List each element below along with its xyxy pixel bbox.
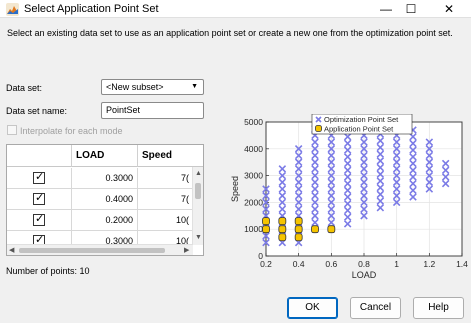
data-set-dropdown-value: <New subset> [106, 82, 164, 92]
table-row[interactable]: ✓ 0.3000 10( [7, 231, 193, 251]
y-tick-label: 3000 [244, 171, 263, 181]
maximize-button[interactable]: ☐ [394, 0, 428, 18]
scroll-right-icon[interactable]: ▶ [184, 246, 189, 255]
scroll-left-icon[interactable]: ◀ [9, 246, 14, 255]
application-point [262, 217, 270, 226]
points-table: LOAD Speed ✓ 0.3000 7( ✓ 0.4000 7( ✓ 0.2… [6, 144, 204, 256]
horizontal-scrollbar[interactable]: ◀ ▶ [7, 244, 193, 255]
table-row[interactable]: ✓ 0.2000 10( [7, 210, 193, 231]
load-cell[interactable]: 0.2000 [72, 210, 138, 230]
x-tick-label: 1.2 [423, 259, 435, 269]
ok-button[interactable]: OK [287, 297, 338, 319]
column-header-speed[interactable]: Speed [138, 145, 193, 167]
instructions-text: Select an existing data set to use as an… [7, 28, 453, 38]
application-point [294, 225, 303, 234]
y-tick-label: 4000 [244, 144, 263, 154]
legend-label-application: Application Point Set [324, 125, 394, 134]
table-row[interactable]: ✓ 0.3000 7( [7, 168, 193, 189]
window-title: Select Application Point Set [24, 3, 159, 15]
y-tick-label: 5000 [244, 117, 263, 127]
speed-cell[interactable]: 7( [138, 168, 193, 188]
check-icon: ✓ [35, 213, 45, 225]
column-header-load[interactable]: LOAD [72, 145, 138, 167]
y-tick-label: 2000 [244, 197, 263, 207]
data-set-name-input[interactable]: PointSet [101, 102, 204, 119]
row-checkbox[interactable]: ✓ [33, 171, 45, 184]
application-point [278, 217, 287, 226]
application-point [278, 233, 287, 242]
app-icon [6, 3, 19, 16]
application-point [311, 225, 319, 234]
application-point [262, 225, 270, 234]
x-tick-label: 0.8 [358, 259, 370, 269]
scroll-up-icon[interactable]: ▲ [195, 169, 202, 178]
vertical-scroll-thumb[interactable] [195, 183, 201, 199]
scroll-down-icon[interactable]: ▼ [195, 233, 202, 242]
x-tick-label: 1 [394, 259, 399, 269]
interpolate-label: Interpolate for each mode [20, 126, 123, 136]
row-checkbox[interactable]: ✓ [33, 192, 45, 205]
speed-cell[interactable]: 10( [138, 210, 193, 230]
application-point [278, 225, 287, 234]
y-tick-label: 1000 [244, 224, 263, 234]
check-icon: ✓ [35, 192, 45, 204]
number-of-points-label: Number of points: 10 [6, 266, 90, 276]
data-set-label: Data set: [6, 83, 43, 93]
x-tick-label: 0.4 [293, 259, 305, 269]
title-bar: Select Application Point Set — ☐ ✕ [0, 0, 471, 18]
table-header: LOAD Speed [7, 145, 203, 167]
scatter-chart: 0.2 0.4 0.6 0.8 1 1.2 1.4010002000300040005000… [230, 114, 468, 280]
interpolate-checkbox[interactable] [7, 125, 17, 135]
application-point [294, 233, 303, 242]
table-row[interactable]: ✓ 0.4000 7( [7, 189, 193, 210]
row-checkbox[interactable]: ✓ [33, 213, 45, 226]
load-cell[interactable]: 0.4000 [72, 189, 138, 209]
data-set-dropdown[interactable]: <New subset> ▼ [101, 79, 204, 95]
check-icon: ✓ [35, 171, 45, 183]
x-tick-label: 0.6 [325, 259, 337, 269]
column-header-select[interactable] [7, 145, 72, 167]
help-button[interactable]: Help [413, 297, 464, 319]
chevron-down-icon: ▼ [191, 83, 198, 90]
cancel-button[interactable]: Cancel [350, 297, 401, 319]
application-point [327, 225, 336, 234]
close-button[interactable]: ✕ [432, 0, 466, 18]
load-cell[interactable]: 0.3000 [72, 168, 138, 188]
y-tick-label: 0 [258, 251, 263, 261]
application-point [294, 217, 303, 226]
legend-marker-application [315, 125, 322, 132]
speed-cell[interactable]: 7( [138, 189, 193, 209]
vertical-scrollbar[interactable]: ▲ ▼ [192, 167, 203, 245]
data-set-name-label: Data set name: [6, 106, 68, 116]
horizontal-scroll-thumb[interactable] [19, 248, 165, 253]
legend-label-optimization: Optimization Point Set [324, 115, 399, 124]
x-tick-label: 1.4 [456, 259, 468, 269]
x-axis-label: LOAD [352, 270, 377, 280]
y-axis-label: Speed [230, 176, 240, 202]
